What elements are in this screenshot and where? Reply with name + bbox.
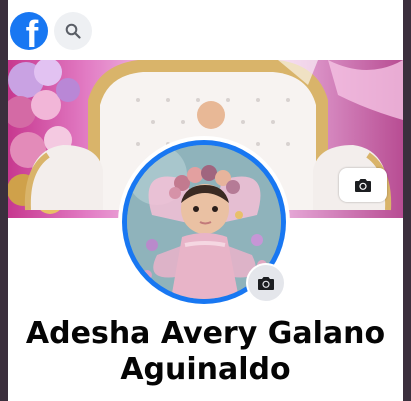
- profile-name-line-1: Adesha Avery Galano: [25, 316, 386, 351]
- edit-cover-photo-button[interactable]: [339, 168, 387, 202]
- facebook-logo-icon[interactable]: f: [10, 12, 48, 50]
- profile-name: Adesha Avery Galano Aguinaldo: [8, 316, 403, 388]
- profile-name-line-2: Aguinaldo: [120, 352, 291, 387]
- edit-profile-picture-button[interactable]: [246, 263, 286, 303]
- search-button[interactable]: [54, 12, 92, 50]
- top-bar: f: [8, 0, 403, 60]
- camera-icon: [355, 178, 371, 192]
- camera-icon: [258, 276, 274, 290]
- profile-page: f Adesha Avery Galano Aguinaldo: [8, 0, 403, 401]
- search-icon: [65, 23, 81, 39]
